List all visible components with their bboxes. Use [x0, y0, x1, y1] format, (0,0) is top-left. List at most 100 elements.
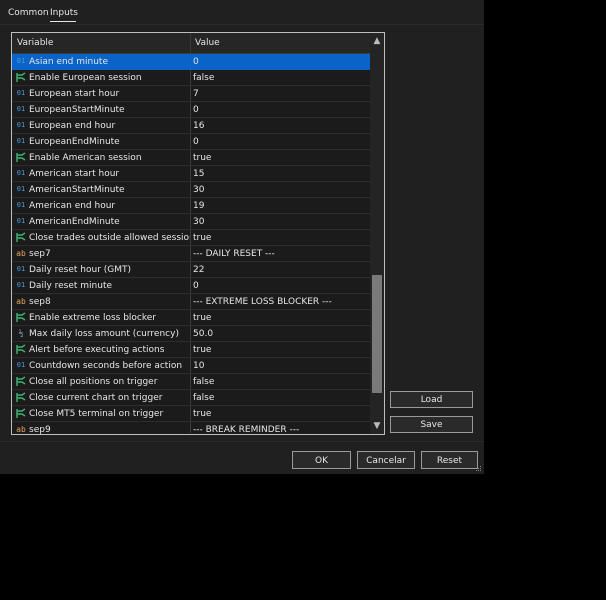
bool-flowchart-icon — [15, 408, 27, 419]
cancel-button[interactable]: Cancelar — [357, 451, 415, 469]
value-cell[interactable]: 0 — [192, 134, 368, 149]
table-row[interactable]: 01 EuropeanEndMinute 0 — [12, 134, 370, 150]
variable-cell[interactable]: ab sep8 — [12, 294, 190, 309]
bool-flowchart-icon — [15, 376, 27, 387]
load-button[interactable]: Load — [390, 391, 473, 408]
variable-cell[interactable]: 01 EuropeanEndMinute — [12, 134, 190, 149]
table-row[interactable]: 01 AmericanStartMinute 30 — [12, 182, 370, 198]
value-cell[interactable]: 50.0 — [192, 326, 368, 341]
variable-cell[interactable]: Close current chart on trigger — [12, 390, 190, 405]
variable-name: American start hour — [29, 169, 120, 179]
save-button[interactable]: Save — [390, 416, 473, 433]
variable-cell[interactable]: 01 European end hour — [12, 118, 190, 133]
vertical-scrollbar[interactable]: ▲ ▼ — [370, 33, 384, 434]
resize-grip-icon[interactable] — [476, 466, 482, 472]
reset-button[interactable]: Reset — [421, 451, 478, 469]
variable-cell[interactable]: Enable European session — [12, 70, 190, 85]
table-row[interactable]: ab sep9 --- BREAK REMINDER --- — [12, 422, 370, 435]
value-cell[interactable]: 7 — [192, 86, 368, 101]
variable-cell[interactable]: ab sep9 — [12, 422, 190, 435]
table-row[interactable]: 01 American end hour 19 — [12, 198, 370, 214]
table-row[interactable]: Enable European session false — [12, 70, 370, 86]
inputs-grid[interactable]: Variable Value 01 Asian end minute 0 Enable… — [11, 32, 385, 435]
table-row[interactable]: Alert before executing actions true — [12, 342, 370, 358]
scroll-up-arrow-icon[interactable]: ▲ — [370, 33, 384, 49]
ok-button[interactable]: OK — [292, 451, 351, 469]
variable-value: --- EXTREME LOSS BLOCKER --- — [193, 297, 332, 307]
table-row[interactable]: Enable extreme loss blocker true — [12, 310, 370, 326]
variable-cell[interactable]: 01 Daily reset hour (GMT) — [12, 262, 190, 277]
value-cell[interactable]: false — [192, 390, 368, 405]
scroll-down-arrow-icon[interactable]: ▼ — [370, 418, 384, 434]
variable-cell[interactable]: ½ Max daily loss amount (currency) — [12, 326, 190, 341]
value-cell[interactable]: false — [192, 374, 368, 389]
value-cell[interactable]: 22 — [192, 262, 368, 277]
table-row[interactable]: ab sep8 --- EXTREME LOSS BLOCKER --- — [12, 294, 370, 310]
variable-cell[interactable]: Enable American session — [12, 150, 190, 165]
variable-cell[interactable]: 01 EuropeanStartMinute — [12, 102, 190, 117]
table-row[interactable]: Close trades outside allowed sessions tru… — [12, 230, 370, 246]
table-row[interactable]: ½ Max daily loss amount (currency) 50.0 — [12, 326, 370, 342]
value-cell[interactable]: --- BREAK REMINDER --- — [192, 422, 368, 434]
table-row[interactable]: 01 Asian end minute 0 — [12, 54, 370, 70]
variable-value: true — [193, 233, 212, 243]
table-row[interactable]: Close all positions on trigger false — [12, 374, 370, 390]
variable-cell[interactable]: 01 American start hour — [12, 166, 190, 181]
tab-bar: Common Inputs — [0, 0, 484, 24]
variable-cell[interactable]: 01 AmericanEndMinute — [12, 214, 190, 229]
table-row[interactable]: 01 European end hour 16 — [12, 118, 370, 134]
scroll-thumb[interactable] — [372, 275, 382, 393]
table-row[interactable]: 01 European start hour 7 — [12, 86, 370, 102]
variable-cell[interactable]: ab sep7 — [12, 246, 190, 261]
value-cell[interactable]: true — [192, 406, 368, 421]
variable-name: European end hour — [29, 121, 116, 131]
variable-cell[interactable]: 01 Countdown seconds before action — [12, 358, 190, 373]
value-cell[interactable]: --- EXTREME LOSS BLOCKER --- — [192, 294, 368, 309]
table-row[interactable]: 01 AmericanEndMinute 30 — [12, 214, 370, 230]
value-cell[interactable]: 0 — [192, 54, 368, 69]
value-cell[interactable]: true — [192, 150, 368, 165]
variable-cell[interactable]: 01 Daily reset minute — [12, 278, 190, 293]
value-cell[interactable]: 30 — [192, 214, 368, 229]
variable-cell[interactable]: Close MT5 terminal on trigger — [12, 406, 190, 421]
value-cell[interactable]: true — [192, 310, 368, 325]
grid-rows: 01 Asian end minute 0 Enable European sessi… — [12, 54, 370, 435]
bool-flowchart-icon — [15, 312, 27, 323]
column-header-value[interactable]: Value — [195, 38, 220, 48]
table-row[interactable]: 01 Daily reset minute 0 — [12, 278, 370, 294]
value-cell[interactable]: 10 — [192, 358, 368, 373]
table-row[interactable]: Enable American session true — [12, 150, 370, 166]
variable-cell[interactable]: Close all positions on trigger — [12, 374, 190, 389]
value-cell[interactable]: 15 — [192, 166, 368, 181]
table-row[interactable]: Close MT5 terminal on trigger true — [12, 406, 370, 422]
value-cell[interactable]: 0 — [192, 278, 368, 293]
table-row[interactable]: 01 Daily reset hour (GMT) 22 — [12, 262, 370, 278]
value-cell[interactable]: 19 — [192, 198, 368, 213]
tab-common[interactable]: Common — [8, 8, 49, 18]
variable-name: Close all positions on trigger — [29, 377, 158, 387]
table-row[interactable]: 01 American start hour 15 — [12, 166, 370, 182]
table-row[interactable]: Close current chart on trigger false — [12, 390, 370, 406]
table-row[interactable]: ab sep7 --- DAILY RESET --- — [12, 246, 370, 262]
variable-cell[interactable]: Enable extreme loss blocker — [12, 310, 190, 325]
value-cell[interactable]: 30 — [192, 182, 368, 197]
variable-value: --- DAILY RESET --- — [193, 249, 275, 259]
value-cell[interactable]: 16 — [192, 118, 368, 133]
variable-cell[interactable]: Alert before executing actions — [12, 342, 190, 357]
value-cell[interactable]: 0 — [192, 102, 368, 117]
table-row[interactable]: 01 Countdown seconds before action 10 — [12, 358, 370, 374]
value-cell[interactable]: true — [192, 342, 368, 357]
table-row[interactable]: 01 EuropeanStartMinute 0 — [12, 102, 370, 118]
variable-cell[interactable]: 01 AmericanStartMinute — [12, 182, 190, 197]
column-header-variable[interactable]: Variable — [17, 38, 53, 48]
value-cell[interactable]: false — [192, 70, 368, 85]
value-cell[interactable]: --- DAILY RESET --- — [192, 246, 368, 261]
variable-cell[interactable]: 01 American end hour — [12, 198, 190, 213]
bool-flowchart-icon — [15, 72, 27, 83]
variable-cell[interactable]: 01 European start hour — [12, 86, 190, 101]
variable-cell[interactable]: Close trades outside allowed sessions — [12, 230, 190, 245]
value-cell[interactable]: true — [192, 230, 368, 245]
variable-name: sep9 — [29, 425, 51, 435]
variable-cell[interactable]: 01 Asian end minute — [12, 54, 190, 69]
tab-inputs[interactable]: Inputs — [50, 8, 78, 18]
